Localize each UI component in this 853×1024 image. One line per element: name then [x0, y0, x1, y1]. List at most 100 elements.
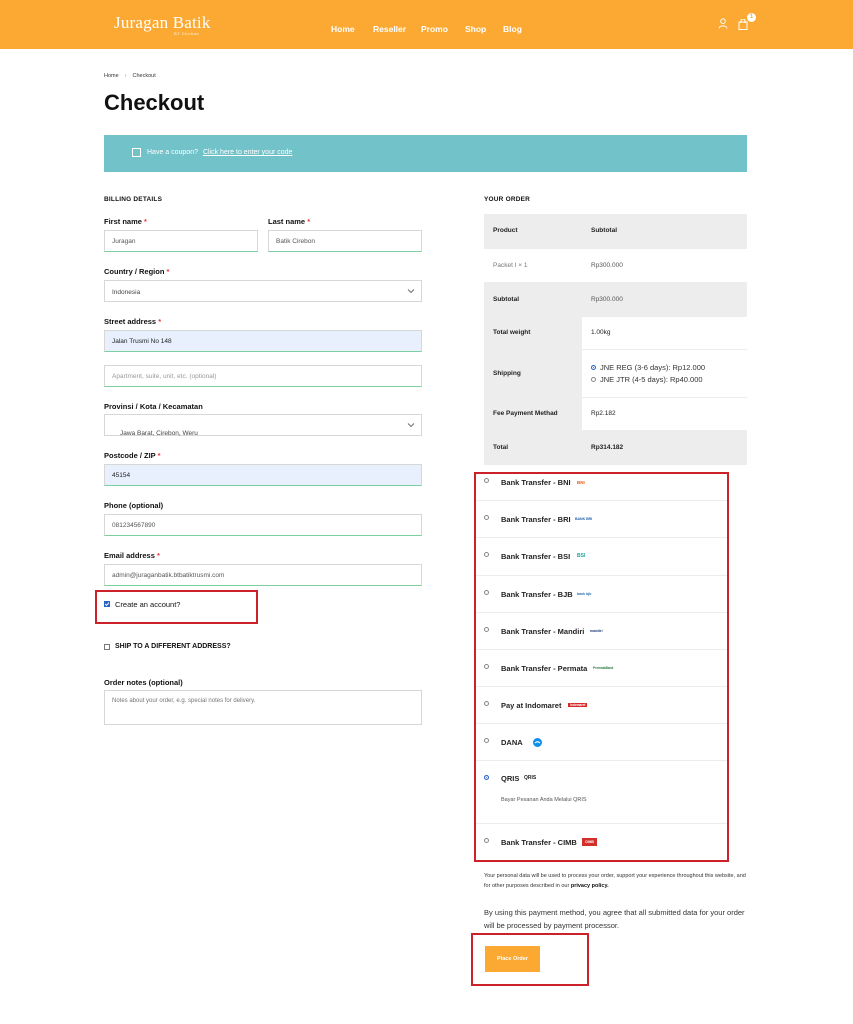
site-header: Juragan Batik BT Cirebon Home Reseller P… [0, 0, 853, 49]
item-qty: × 1 [518, 261, 528, 269]
required-mark: * [158, 317, 162, 326]
user-icon[interactable] [718, 16, 728, 34]
nav-promo[interactable]: Promo [421, 19, 448, 37]
shipping-row: Shipping JNE REG (3-6 days): Rp12.000 JN… [484, 349, 747, 398]
shipping-radio-jne-jtr[interactable] [591, 376, 596, 382]
required-mark: * [166, 267, 170, 276]
last-name-label-text: Last name [268, 217, 306, 226]
shipping-option-label: JNE JTR (4-5 days): Rp40.000 [600, 374, 703, 384]
chevron-down-icon [407, 289, 415, 294]
email-label: Email address * [104, 551, 160, 560]
breadcrumb-current: Checkout [132, 73, 156, 79]
first-name-label-text: First name [104, 217, 142, 226]
breadcrumb-home[interactable]: Home [104, 73, 119, 79]
cart-icon[interactable] [738, 17, 748, 35]
postcode-label: Postcode / ZIP * [104, 451, 161, 460]
site-logo[interactable]: Juragan Batik [114, 13, 211, 33]
nav-reseller-label: Reseller [373, 24, 407, 34]
highlight-payment-methods [474, 472, 729, 862]
order-table-header: Product Subtotal [484, 214, 747, 249]
fee-label: Fee Payment Methad [484, 397, 582, 431]
breadcrumb-separator: › [124, 73, 127, 79]
order-summary-table: Product Subtotal Packet I × 1 Rp300.000 … [484, 214, 747, 465]
email-input[interactable] [104, 564, 422, 586]
order-notes-textarea[interactable] [104, 690, 422, 725]
phone-input[interactable] [104, 514, 422, 536]
phone-label: Phone (optional) [104, 501, 164, 510]
order-item-price: Rp300.000 [582, 248, 747, 283]
nav-reseller[interactable]: Reseller [373, 19, 406, 37]
cart-count-badge: 1 [747, 13, 756, 22]
ship-different-label[interactable]: SHIP TO A DIFFERENT ADDRESS? [115, 643, 231, 650]
fee-row: Fee Payment Methad Rp2.182 [484, 397, 747, 431]
page-title: Checkout [104, 90, 205, 115]
weight-row: Total weight 1.00kg [484, 316, 747, 350]
shipping-option-jne-jtr[interactable]: JNE JTR (4-5 days): Rp40.000 [591, 375, 747, 384]
ship-different-checkbox[interactable] [104, 644, 110, 650]
nav-shop-label: Shop [465, 24, 487, 34]
postcode-input[interactable] [104, 464, 422, 486]
site-logo-subtitle: BT Cirebon [174, 31, 200, 36]
privacy-policy-link[interactable]: privacy policy. [571, 883, 609, 889]
coupon-text-row: Have a coupon? Click here to enter your … [147, 149, 292, 156]
coupon-link[interactable]: Click here to enter your code [203, 149, 293, 156]
nav-shop[interactable]: Shop [465, 19, 486, 37]
country-label: Country / Region * [104, 267, 169, 276]
nav-home[interactable]: Home [331, 19, 355, 37]
shipping-options: JNE REG (3-6 days): Rp12.000 JNE JTR (4-… [582, 349, 747, 398]
subtotal-row: Subtotal Rp300.000 [484, 282, 747, 317]
last-name-input[interactable] [268, 230, 422, 252]
street-label-text: Street address [104, 317, 157, 326]
total-row: Total Rp314.182 [484, 430, 747, 465]
total-value: Rp314.182 [582, 430, 747, 465]
payment-agreement-text: By using this payment method, you agree … [484, 908, 745, 930]
street-address-2-input[interactable] [104, 365, 422, 387]
weight-label: Total weight [484, 316, 582, 350]
email-label-text: Email address [104, 551, 155, 560]
required-mark: * [156, 551, 160, 560]
coupon-notice: Have a coupon? Click here to enter your … [104, 135, 747, 172]
street-label: Street address * [104, 317, 161, 326]
required-mark: * [307, 217, 311, 226]
country-select[interactable]: Indonesia [104, 280, 422, 302]
privacy-text: Your personal data will be used to proce… [484, 873, 746, 889]
item-name: Packet I [493, 261, 517, 269]
nav-blog[interactable]: Blog [503, 19, 522, 37]
order-title: YOUR ORDER [484, 196, 531, 203]
billing-title: BILLING DETAILS [104, 196, 163, 203]
chevron-down-icon [407, 423, 415, 428]
province-label: Provinsi / Kota / Kecamatan [104, 402, 203, 411]
nav-home-label: Home [331, 24, 355, 34]
subtotal-label: Subtotal [484, 282, 582, 317]
shipping-radio-jne-reg[interactable] [591, 364, 596, 370]
breadcrumb: Home › Checkout [104, 73, 156, 79]
country-label-text: Country / Region [104, 267, 165, 276]
order-item-row: Packet I × 1 Rp300.000 [484, 248, 747, 283]
shipping-option-jne-reg[interactable]: JNE REG (3-6 days): Rp12.000 [591, 363, 747, 372]
fee-value: Rp2.182 [582, 397, 747, 431]
privacy-notice: Your personal data will be used to proce… [484, 871, 746, 891]
required-mark: * [144, 217, 147, 226]
subtotal-header: Subtotal [582, 214, 747, 249]
highlight-create-account [95, 590, 258, 624]
nav-blog-label: Blog [503, 24, 522, 34]
order-item-name: Packet I × 1 [484, 248, 582, 283]
weight-value: 1.00kg [582, 316, 747, 350]
last-name-label: Last name * [268, 217, 310, 226]
total-label: Total [484, 430, 582, 465]
subtotal-value: Rp300.000 [582, 282, 747, 317]
shipping-label: Shipping [484, 349, 582, 398]
province-select[interactable]: Jawa Barat, Cirebon, Weru [104, 414, 422, 437]
province-select-value: Jawa Barat, Cirebon, Weru [120, 430, 198, 437]
first-name-label: First name * [104, 217, 147, 226]
first-name-input[interactable] [104, 230, 258, 252]
info-icon [132, 148, 141, 157]
required-mark: * [157, 451, 161, 460]
product-header: Product [484, 214, 582, 249]
street-address-input[interactable] [104, 330, 422, 352]
country-select-value: Indonesia [112, 289, 141, 296]
nav-promo-label: Promo [421, 24, 448, 34]
highlight-place-order [471, 933, 589, 986]
coupon-text: Have a coupon? [147, 149, 198, 156]
order-notes-label: Order notes (optional) [104, 678, 183, 687]
